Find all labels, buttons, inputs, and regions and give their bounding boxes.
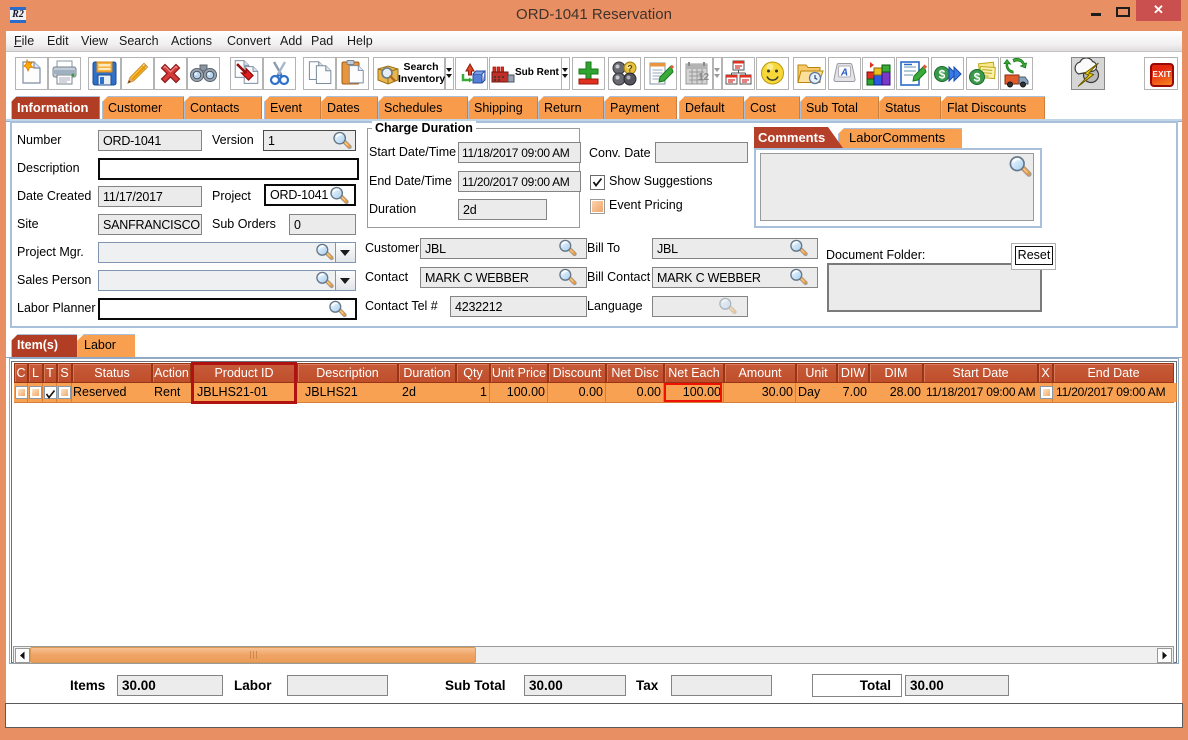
svg-text:$: $ [974,71,981,85]
svg-text:?: ? [627,64,633,74]
svg-text:$: $ [939,68,946,82]
svg-text:12: 12 [698,72,710,83]
svg-text:A: A [840,68,848,79]
